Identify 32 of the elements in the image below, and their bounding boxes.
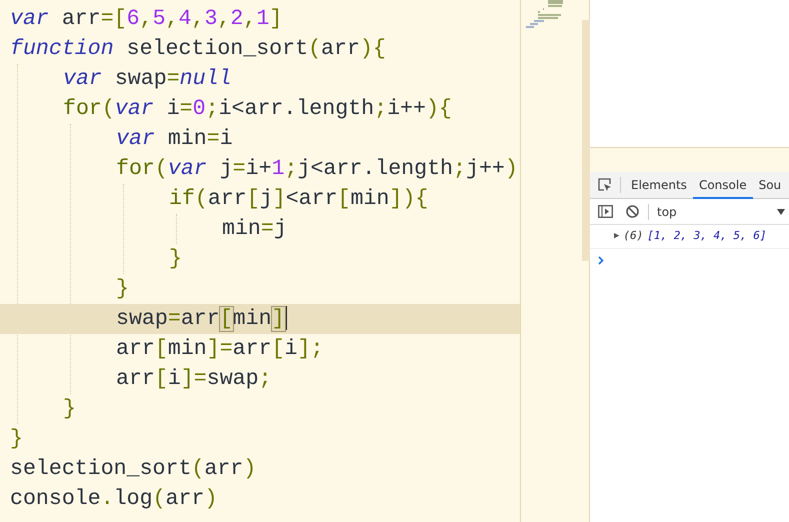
expand-toggle[interactable]: ▶ bbox=[614, 230, 620, 244]
clear-console-icon[interactable] bbox=[626, 205, 639, 218]
devtools-tab[interactable]: Sou bbox=[752, 172, 788, 198]
code-line: swap=arr[min] bbox=[116, 307, 285, 331]
devtools-tab[interactable]: Elements bbox=[625, 172, 693, 198]
code-line: for(var i=0;i<arr.length;i++){ bbox=[63, 97, 452, 121]
code-line: } bbox=[169, 247, 182, 271]
code-line: console.log(arr) bbox=[10, 487, 218, 511]
code-line: var swap=null bbox=[63, 67, 232, 91]
prompt-chevron-icon[interactable] bbox=[598, 256, 604, 264]
array-value: [1, 2, 3, 4, 5, 6] bbox=[647, 228, 767, 244]
code-line: var arr=[6,5,4,3,2,1] bbox=[10, 7, 282, 31]
inspect-icon[interactable] bbox=[598, 178, 612, 192]
scrollbar-thumb[interactable] bbox=[582, 20, 590, 261]
code-line: function selection_sort(arr){ bbox=[10, 37, 386, 61]
code-line: selection_sort(arr) bbox=[10, 457, 256, 481]
code-line: min=j bbox=[222, 217, 287, 241]
code-line: } bbox=[63, 397, 76, 421]
code-line: arr[min]=arr[i]; bbox=[116, 337, 324, 361]
minimap-drawing bbox=[523, 0, 563, 28]
dropdown-caret-icon[interactable] bbox=[777, 208, 785, 214]
code-line: var min=i bbox=[116, 127, 233, 151]
array-length: (6) bbox=[623, 228, 644, 244]
code-line: if(arr[j]<arr[min]){ bbox=[169, 187, 428, 211]
code-line: for(var j=i+1;j<arr.length;j++) bbox=[116, 157, 518, 181]
code-line: } bbox=[116, 277, 129, 301]
code-line: arr[i]=swap; bbox=[116, 367, 272, 391]
context-selector[interactable]: top bbox=[657, 202, 677, 220]
code-line: } bbox=[10, 427, 23, 451]
devtools-tab[interactable]: Console bbox=[692, 172, 753, 198]
sidebar-toggle-icon[interactable] bbox=[598, 205, 613, 218]
text-cursor bbox=[284, 306, 287, 330]
